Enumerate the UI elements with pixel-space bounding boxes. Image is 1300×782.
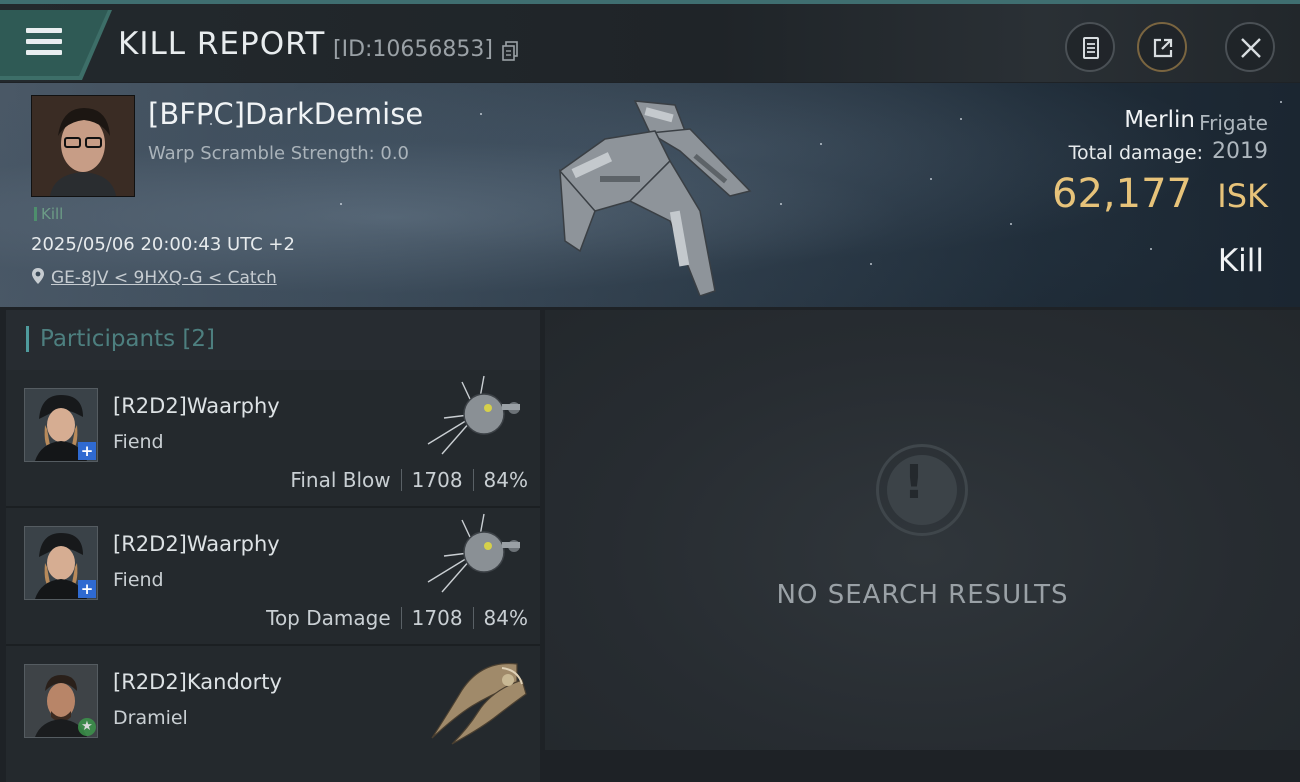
victim-ship-image [559,100,752,296]
participant-ship: Dramiel [113,707,188,729]
victim-portrait[interactable] [31,95,135,197]
participant-name[interactable]: [R2D2]Waarphy [113,394,280,418]
report-id: [ID:10656853] [333,37,493,62]
participants-panel: Participants [2] + [R2D2]Waarphy Fiend F… [6,310,540,782]
location-pin-icon [32,268,44,284]
page-title: KILL REPORT [118,26,326,62]
total-damage-value: 2019 [1212,139,1268,164]
star-icon: ★ [78,718,96,736]
participant-name[interactable]: [R2D2]Waarphy [113,532,280,556]
participant-row[interactable]: + [R2D2]Waarphy Fiend Top Damage 1708 84% [6,508,540,646]
close-button[interactable] [1225,22,1275,72]
victim-banner: [BFPC]DarkDemise Warp Scramble Strength:… [0,83,1300,307]
stat-damage: 1708 [411,606,463,630]
participant-ship: Fiend [113,569,164,591]
participants-header: Participants [2] [6,310,540,370]
participant-row[interactable]: ★ [R2D2]Kandorty Dramiel [6,646,540,782]
participants-title: Participants [2] [40,326,215,352]
participant-ship: Fiend [113,431,164,453]
plus-icon: + [78,442,96,460]
share-button[interactable] [1137,22,1187,72]
participant-avatar[interactable]: + [24,526,98,600]
participant-avatar[interactable]: + [24,388,98,462]
dramiel-ship-image [431,662,527,745]
kill-tag: Kill [34,205,63,223]
victim-ship-name: Merlin [1124,107,1195,133]
document-icon [1083,37,1099,59]
victim-name[interactable]: [BFPC]DarkDemise [148,97,423,131]
plus-icon: + [78,580,96,598]
location-link[interactable]: GE-8JV < 9HXQ-G < Catch [51,268,277,288]
stat-label: Final Blow [290,468,391,492]
warp-scramble-strength: Warp Scramble Strength: 0.0 [148,143,410,164]
menu-button[interactable] [0,10,112,80]
hamburger-icon [26,28,62,60]
stat-percent: 84% [483,468,528,492]
participant-stats: Final Blow 1708 84% [290,468,528,492]
stat-percent: 84% [483,606,528,630]
participant-avatar[interactable]: ★ [24,664,98,738]
participant-stats: Top Damage 1708 84% [266,606,528,630]
exclamation-icon: ! [876,444,968,536]
victim-ship-class: Frigate [1199,111,1268,135]
no-results-text: NO SEARCH RESULTS [776,580,1069,610]
fiend-ship-image [427,375,520,455]
stat-label: Top Damage [266,606,391,630]
total-damage-label: Total damage: [1068,142,1203,164]
report-document-button[interactable] [1065,22,1115,72]
isk-value: 62,177 [1052,171,1192,217]
fiend-ship-image [427,513,520,593]
kill-datetime: 2025/05/06 20:00:43 UTC +2 [31,234,295,255]
close-icon [1241,38,1261,58]
participant-name[interactable]: [R2D2]Kandorty [113,670,282,694]
participant-row[interactable]: + [R2D2]Waarphy Fiend Final Blow 1708 84% [6,370,540,508]
kill-result: Kill [1217,243,1264,279]
stat-damage: 1708 [411,468,463,492]
header-bar: KILL REPORT [ID:10656853] [0,4,1300,82]
results-panel: ! NO SEARCH RESULTS [545,310,1300,750]
kill-location[interactable]: GE-8JV < 9HXQ-G < Catch [31,267,277,288]
share-icon [1153,38,1173,58]
copy-icon[interactable] [502,41,518,61]
isk-unit: ISK [1217,177,1268,215]
